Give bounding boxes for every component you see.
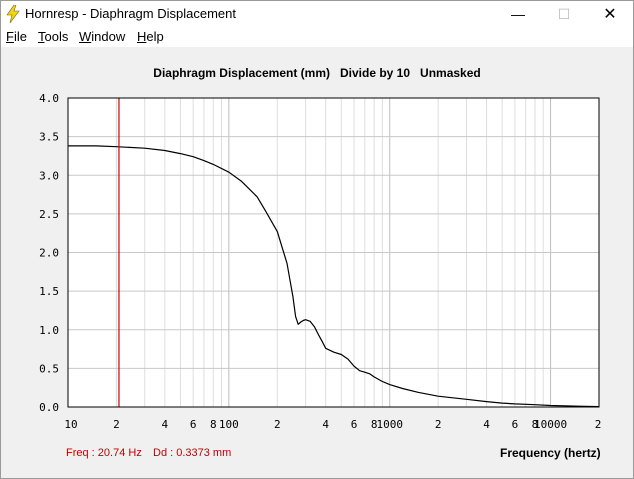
x-tick-label: 2: [113, 418, 120, 431]
x-tick-label: 4: [162, 418, 169, 431]
x-tick-label: 1000: [376, 418, 403, 431]
y-tick-label: 0.0: [39, 401, 59, 414]
x-tick-label: 4: [483, 418, 490, 431]
x-tick-label: 2: [595, 418, 602, 431]
x-tick-label: 6: [351, 418, 358, 431]
y-tick-label: 2.5: [39, 208, 59, 221]
y-tick-label: 1.5: [39, 285, 59, 298]
x-tick-label: 6: [512, 418, 519, 431]
x-tick-label: 100: [219, 418, 239, 431]
x-tick-label: 8: [210, 418, 217, 431]
y-tick-label: 0.5: [39, 362, 59, 375]
y-tick-label: 3.5: [39, 131, 59, 144]
x-tick-label: 10: [64, 418, 77, 431]
frequency-readout: Freq : 20.74 Hz: [66, 447, 142, 459]
app-window: Hornresp - Diaphragm Displacement — ☐ ✕ …: [0, 0, 634, 479]
displacement-chart[interactable]: 4.03.53.02.52.01.51.00.50.010 2 4 6 8 100 2 4 6 8…: [1, 1, 633, 478]
x-tick-label: 6: [190, 418, 197, 431]
x-tick-label: 4: [322, 418, 329, 431]
x-axis-label: Frequency (hertz): [500, 446, 601, 460]
y-tick-label: 4.0: [39, 92, 59, 105]
x-tick-label: 10000: [534, 418, 567, 431]
x-tick-label: 2: [274, 418, 281, 431]
y-tick-label: 2.0: [39, 247, 59, 260]
displacement-readout: Dd : 0.3373 mm: [153, 447, 232, 459]
y-tick-label: 3.0: [39, 169, 59, 182]
y-tick-label: 1.0: [39, 324, 59, 337]
x-tick-label: 2: [435, 418, 442, 431]
